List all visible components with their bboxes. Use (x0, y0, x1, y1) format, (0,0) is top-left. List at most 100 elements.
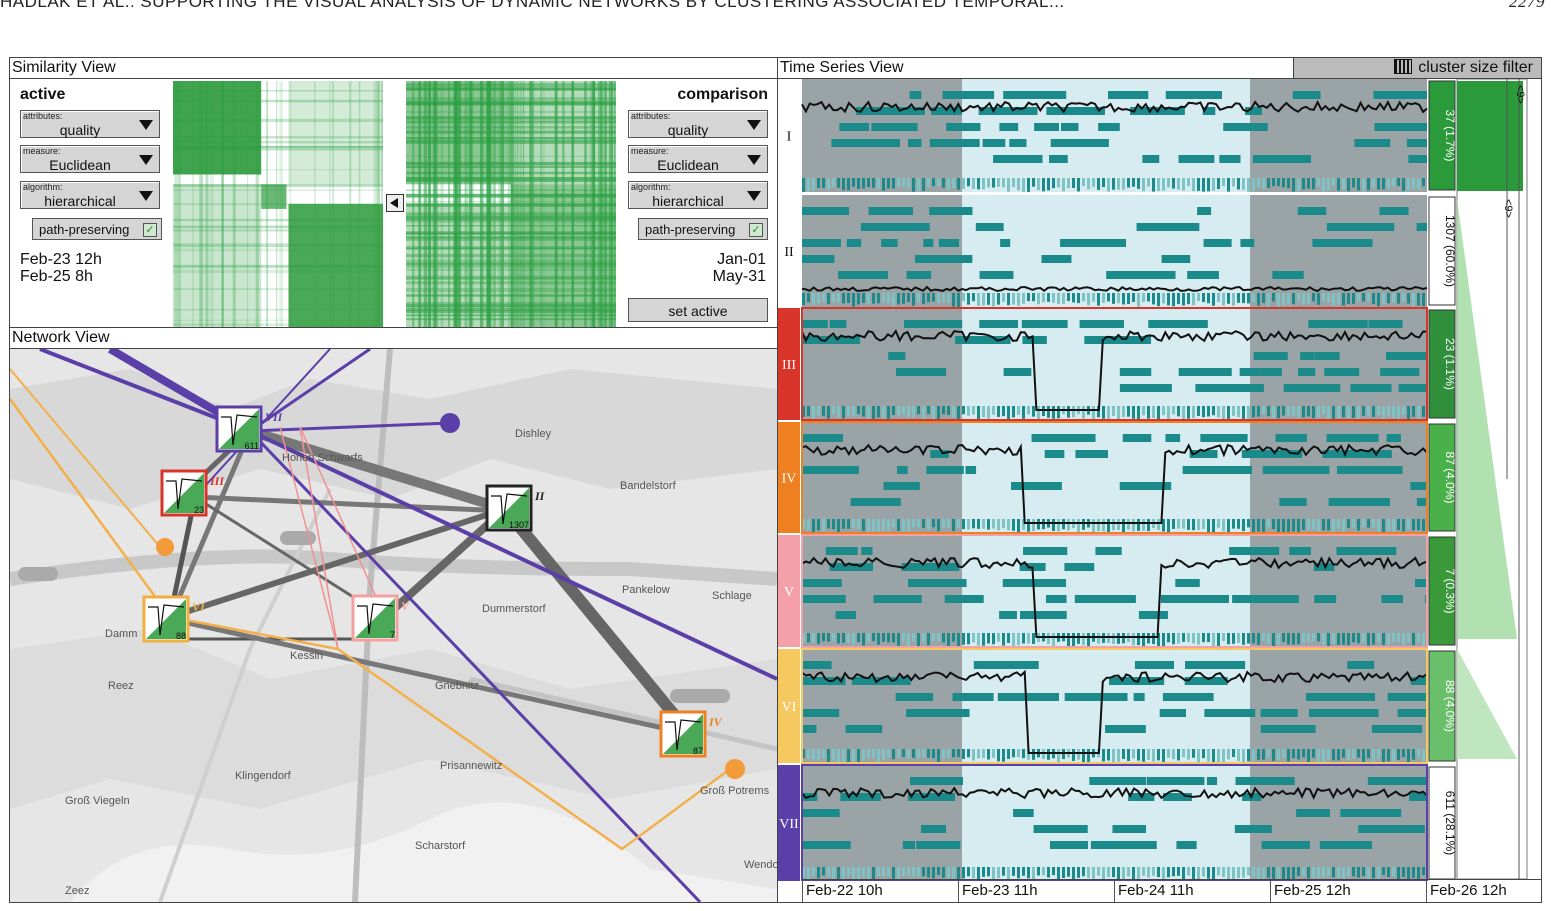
network-map[interactable]: Dishley Bandelstorf Pankelow Schlage Dummers… (10, 349, 777, 902)
network-view-title: Network View (10, 328, 777, 349)
row-tick (1212, 519, 1215, 533)
row-bar (1336, 547, 1397, 555)
row-tick (1422, 178, 1425, 187)
row-tick (1372, 406, 1375, 417)
row-tick (1057, 293, 1060, 305)
row-tick (967, 519, 970, 530)
row-bar (1178, 368, 1232, 376)
row-tick (977, 178, 980, 190)
place-label: Dummerstorf (482, 603, 547, 615)
row-tick (967, 406, 970, 416)
row-tick (822, 406, 825, 417)
row-tick (1322, 406, 1325, 415)
row-tick (1277, 867, 1280, 880)
row-bar (952, 693, 994, 701)
row-tick (1322, 293, 1325, 302)
row-tick (1167, 867, 1170, 878)
active-attributes-select[interactable]: attributes: quality (20, 110, 160, 138)
row-tick (1322, 519, 1325, 531)
row-tick (1177, 519, 1180, 529)
comparison-measure-select[interactable]: measure: Euclidean (628, 145, 768, 173)
glyph-count: 1307 (509, 520, 529, 530)
row-tick (802, 293, 805, 306)
row-tick (932, 293, 935, 302)
comparison-path-preserving-checkbox[interactable]: path-preserving ✓ (638, 218, 768, 240)
cluster-rows[interactable]: I 37 (1.7%) II 1307 (60.0%) III 23 (1.1%) IV 87… (778, 79, 1541, 881)
row-tick (1202, 293, 1205, 303)
row-tick (1292, 406, 1295, 417)
row-tick (1107, 519, 1110, 532)
network-view: Network View Dishley Bandelstorf Pankelo… (9, 327, 778, 903)
row-tick (987, 406, 990, 419)
row-tick (1422, 749, 1425, 763)
row-tick (1327, 406, 1330, 420)
row-tick (962, 293, 965, 302)
comparison-algorithm-select[interactable]: algorithm: hierarchical (628, 181, 768, 209)
row-tick (862, 867, 865, 878)
row-tick (1207, 867, 1210, 879)
row-tick (987, 293, 990, 305)
row-tick (1227, 519, 1230, 533)
row-tick (1022, 867, 1025, 876)
row-bar (1308, 709, 1379, 717)
row-tick (1227, 178, 1230, 192)
row-bar (1134, 661, 1174, 669)
active-similarity-matrix[interactable] (173, 81, 383, 327)
row-bar (1252, 155, 1312, 163)
row-tick (1417, 293, 1420, 306)
row-tick (907, 519, 910, 532)
set-active-button[interactable]: set active (628, 298, 768, 322)
row-bar (1235, 777, 1295, 785)
row-tick (1362, 749, 1365, 763)
cluster-size-filter-button[interactable]: cluster size filter (1293, 58, 1541, 78)
active-path-preserving-checkbox[interactable]: path-preserving ✓ (32, 218, 162, 240)
row-tick (877, 178, 880, 190)
row-tick (997, 406, 1000, 417)
row-bar (1178, 155, 1215, 163)
place-label: Kessin (290, 650, 323, 662)
row-bar (1347, 661, 1375, 669)
row-tick (827, 406, 830, 419)
row-tick (1072, 406, 1075, 418)
row-tick (952, 749, 955, 758)
row-tick (1382, 519, 1385, 532)
row-tick (912, 293, 915, 306)
row-tick (1052, 867, 1055, 876)
row-tick (1312, 867, 1315, 878)
row-tick (1257, 749, 1260, 760)
row-tick (1317, 519, 1320, 532)
row-tick (1347, 519, 1350, 529)
place-label: Prisannewitz (440, 760, 502, 772)
active-algorithm-select[interactable]: algorithm: hierarchical (20, 181, 160, 209)
row-tick (1127, 293, 1130, 305)
similarity-view: Similarity View active attributes: quali… (9, 57, 778, 328)
row-tick (1402, 293, 1405, 302)
active-measure-select[interactable]: measure: Euclidean (20, 145, 160, 173)
row-tick (1102, 749, 1105, 762)
row-tick (1277, 293, 1280, 307)
row-bar (1398, 384, 1427, 392)
row-tick (1112, 406, 1115, 416)
row-tick (1332, 178, 1335, 187)
comparison-attributes-select[interactable]: attributes: quality (628, 110, 768, 138)
row-tick (1377, 633, 1380, 643)
row-tick (1107, 749, 1110, 761)
comparison-similarity-matrix[interactable] (406, 81, 616, 327)
row-tick (1082, 406, 1085, 419)
row-tick (827, 519, 830, 529)
swap-left-button[interactable] (386, 194, 404, 212)
row-tick (1097, 293, 1100, 306)
row-tick (982, 519, 985, 529)
row-tick (1252, 293, 1255, 303)
row-bar (1031, 434, 1096, 442)
row-tick (1137, 178, 1140, 189)
row-tick (817, 633, 820, 644)
row-tick (1177, 867, 1180, 876)
row-tick (1392, 867, 1395, 877)
attributes-value: quality (59, 122, 101, 138)
row-tick (1137, 867, 1140, 880)
row-tick (1077, 519, 1080, 533)
row-tick (1207, 519, 1210, 533)
row-bar (1142, 155, 1160, 163)
row-bar (1336, 466, 1403, 474)
